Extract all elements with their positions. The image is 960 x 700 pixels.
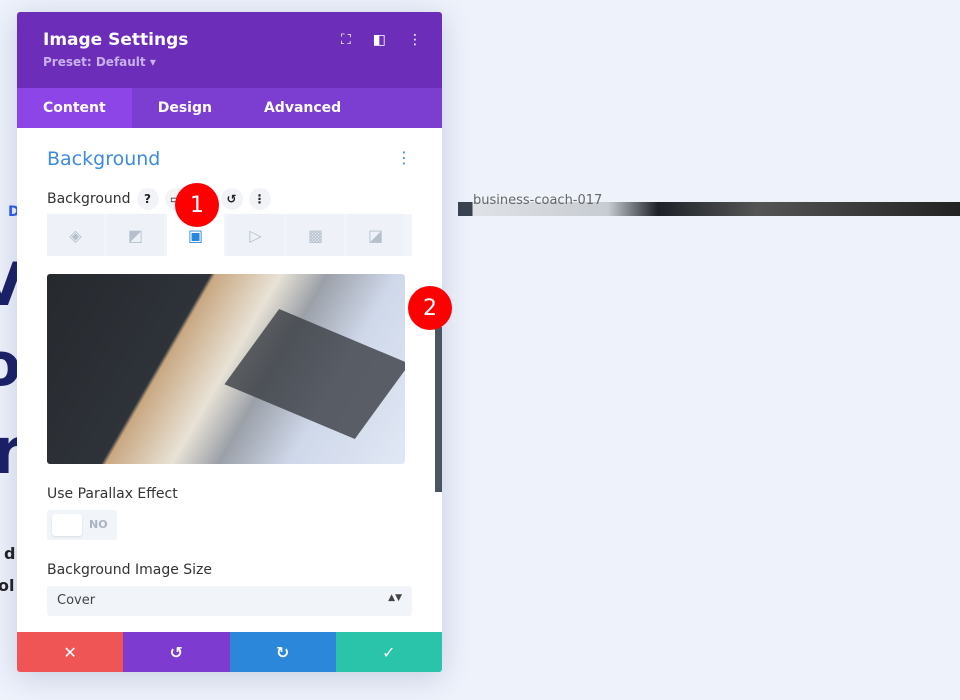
preset-dropdown[interactable]: Preset: Default ▾ (43, 55, 416, 69)
select-value: Cover (57, 593, 96, 608)
undo-button[interactable]: ↺ (123, 632, 230, 672)
paint-bucket-icon: ◈ (69, 225, 82, 245)
bg-color-tab[interactable]: ◈ (47, 214, 104, 256)
panel-header[interactable]: Image Settings Preset: Default ▾ ⛶ ◧ ⋮ (17, 12, 442, 88)
step-badge-2: 2 (408, 286, 452, 330)
fullscreen-icon[interactable]: ⛶ (341, 32, 351, 48)
sidebar-layout-icon[interactable]: ◧ (373, 32, 386, 48)
gradient-icon: ◩ (127, 225, 144, 245)
image-settings-panel: Image Settings Preset: Default ▾ ⛶ ◧ ⋮ C… (17, 12, 442, 672)
tab-design[interactable]: Design (132, 88, 238, 128)
redo-button[interactable]: ↻ (229, 632, 336, 672)
image-size-select[interactable]: Cover ▲▼ (47, 586, 412, 616)
close-icon: ✕ (63, 642, 77, 662)
tab-advanced[interactable]: Advanced (238, 88, 367, 128)
toggle-state: NO (89, 518, 108, 531)
undo-icon: ↺ (169, 642, 184, 662)
image-icon: ▣ (187, 225, 204, 245)
mask-icon: ◪ (367, 225, 384, 245)
field-label: Background (47, 191, 131, 207)
bg-video-tab[interactable]: ▷ (227, 214, 284, 256)
more-options-icon[interactable]: ⋮ (408, 32, 422, 48)
section-options-icon[interactable]: ⋮ (396, 148, 412, 170)
parallax-label: Use Parallax Effect (47, 486, 178, 502)
field-options-icon[interactable]: ⋮ (248, 188, 271, 210)
section-toggle[interactable]: Background ⋮ (47, 148, 412, 170)
page-letter: d (4, 544, 16, 563)
help-icon[interactable]: ? (136, 188, 159, 210)
bg-pattern-tab[interactable]: ▩ (287, 214, 344, 256)
cancel-button[interactable]: ✕ (17, 632, 124, 672)
check-icon: ✓ (382, 642, 396, 662)
redo-icon: ↻ (275, 642, 290, 662)
file-label: business-coach-017 (473, 193, 603, 208)
parallax-toggle[interactable]: NO (47, 510, 117, 540)
background-image-preview[interactable] (47, 274, 405, 464)
page-letter: ol (0, 576, 15, 595)
bg-mask-tab[interactable]: ◪ (347, 214, 404, 256)
save-button[interactable]: ✓ (335, 632, 442, 672)
scrollbar[interactable] (435, 327, 442, 492)
size-label: Background Image Size (47, 562, 213, 578)
video-icon: ▷ (249, 225, 262, 245)
bg-gradient-tab[interactable]: ◩ (107, 214, 164, 256)
pattern-icon: ▩ (307, 225, 324, 245)
section-title: Background (47, 148, 161, 170)
tab-content[interactable]: Content (17, 88, 132, 128)
reset-icon[interactable]: ↺ (220, 188, 243, 210)
select-arrows-icon: ▲▼ (388, 593, 402, 603)
step-badge-1: 1 (175, 183, 219, 227)
